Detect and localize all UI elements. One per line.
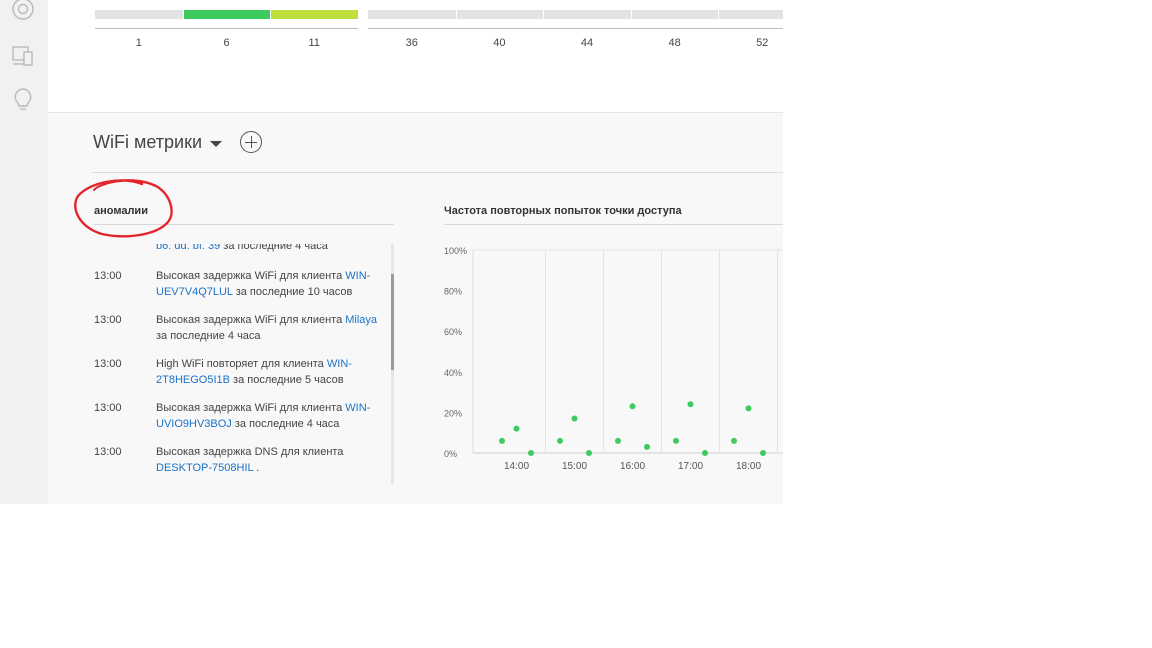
client-link[interactable]: DESKTOP-7508HIL — [156, 462, 253, 474]
chart-title: Частота повторных попыток точки доступа — [444, 205, 682, 217]
anomaly-time: 13:00 — [94, 446, 122, 458]
x-tick-label: 17:00 — [678, 461, 703, 472]
data-point — [731, 437, 737, 444]
y-tick-label: 20% — [444, 408, 462, 418]
y-tick-label: 80% — [444, 287, 462, 297]
anomaly-text: Высокая задержка WiFi для клиента WIN-UV… — [156, 400, 386, 432]
add-metric-button[interactable] — [240, 131, 263, 153]
y-tick-label: 60% — [444, 327, 462, 337]
anomaly-suffix: за последние 4 часа — [231, 418, 340, 430]
x-tick-label: 16:00 — [620, 461, 645, 472]
devices-icon[interactable] — [11, 44, 35, 68]
anomaly-time: 13:00 — [94, 270, 122, 282]
insights-icon[interactable] — [11, 87, 35, 111]
anomaly-text: Высокая задержка DNS для клиента DESKTOP… — [156, 444, 386, 476]
section-title[interactable]: WiFi метрики — [93, 132, 202, 153]
channel-segment-5ghz[interactable] — [368, 10, 456, 19]
channel-label: 40 — [493, 37, 506, 49]
y-tick-label: 100% — [444, 246, 467, 256]
chart-divider — [444, 224, 783, 225]
anomaly-description: Высокая задержка WiFi для клиента — [156, 402, 346, 414]
anomaly-time: 13:00 — [94, 314, 122, 326]
channel-label: 48 — [668, 37, 681, 49]
channel-label: 11 — [308, 37, 320, 49]
channel-label: 44 — [580, 37, 594, 49]
anomaly-text: Высокая задержка WiFi для клиента WIN-UE… — [156, 268, 386, 300]
channel-label: 36 — [405, 37, 418, 49]
x-tick-label: 14:00 — [504, 461, 529, 472]
data-point — [499, 437, 505, 444]
data-point — [571, 415, 578, 422]
anomaly-text: Высокая задержка WiFi для клиента Milaya… — [156, 312, 386, 344]
anomaly-description: Высокая задержка WiFi для клиента — [156, 314, 346, 326]
retry-rate-chart: 100% 80% 60% 40% 20% 0% 14:00 15:00 16:00 17:00 18… — [444, 246, 783, 472]
data-point — [673, 437, 679, 444]
anomalies-title: аномалии — [94, 205, 148, 217]
anomaly-time: 13:00 — [94, 402, 122, 414]
y-tick-label: 0% — [444, 449, 457, 459]
x-tick-label: 15:00 — [562, 461, 587, 472]
anomalies-list[interactable]: b6: dd: bf: 39 за последние 4 часа 13:00… — [94, 244, 394, 484]
anomalies-divider — [94, 224, 394, 225]
data-point — [745, 405, 752, 412]
anomaly-text: High WiFi повторяет для клиента WIN-2T8H… — [156, 356, 386, 388]
anomaly-suffix: за последние 4 часа — [220, 244, 328, 252]
data-point — [687, 401, 694, 408]
channel-strip: 1 6 11 36 40 44 48 52 — [48, 0, 783, 112]
chevron-down-icon[interactable] — [210, 140, 223, 147]
data-point — [629, 403, 636, 410]
data-point — [702, 450, 708, 456]
settings-icon[interactable] — [11, 0, 35, 21]
scrollbar-thumb[interactable] — [391, 274, 394, 370]
data-point — [644, 443, 650, 450]
channel-segment-5ghz[interactable] — [544, 10, 631, 19]
channel-segment-6[interactable] — [183, 10, 271, 19]
section-header: WiFi метрики — [93, 131, 263, 153]
band-5-axis — [368, 28, 783, 29]
channel-segment-5ghz[interactable] — [719, 10, 783, 19]
channel-segment-5ghz[interactable] — [456, 10, 544, 19]
app-window: 1 6 11 36 40 44 48 52 WiFi метрики аномалии Ча… — [0, 0, 783, 504]
anomaly-description: Высокая задержка WiFi для клиента — [156, 270, 346, 282]
x-tick-label: 18:00 — [736, 461, 761, 472]
channel-label: 52 — [756, 37, 769, 49]
channel-label: 1 — [135, 37, 142, 49]
anomaly-description: High WiFi повторяет для клиента — [156, 358, 327, 370]
data-point — [513, 425, 520, 432]
anomaly-suffix: за последние 5 часов — [229, 374, 344, 386]
channel-segment-1[interactable] — [95, 10, 183, 19]
channel-segment-5ghz[interactable] — [631, 10, 719, 19]
channel-segment-11[interactable] — [271, 10, 358, 19]
anomaly-suffix: за последние 4 часа — [156, 330, 261, 342]
data-point — [586, 450, 592, 456]
anomaly-suffix: за последние 10 часов — [232, 286, 353, 298]
client-link[interactable]: b6: dd: bf: 39 — [156, 244, 220, 252]
data-point — [760, 450, 766, 456]
nav-rail — [0, 0, 48, 504]
y-tick-label: 40% — [444, 368, 462, 378]
band-24-axis — [95, 28, 358, 29]
data-point — [528, 450, 534, 456]
anomaly-description: Высокая задержка DNS для клиента — [156, 446, 344, 458]
anomaly-suffix: . — [253, 462, 260, 474]
section-divider — [93, 172, 783, 173]
anomaly-time: 13:00 — [94, 358, 122, 370]
data-point — [615, 437, 621, 444]
channel-label: 6 — [223, 37, 230, 49]
client-link[interactable]: Milaya — [345, 314, 377, 326]
data-point — [557, 437, 563, 444]
